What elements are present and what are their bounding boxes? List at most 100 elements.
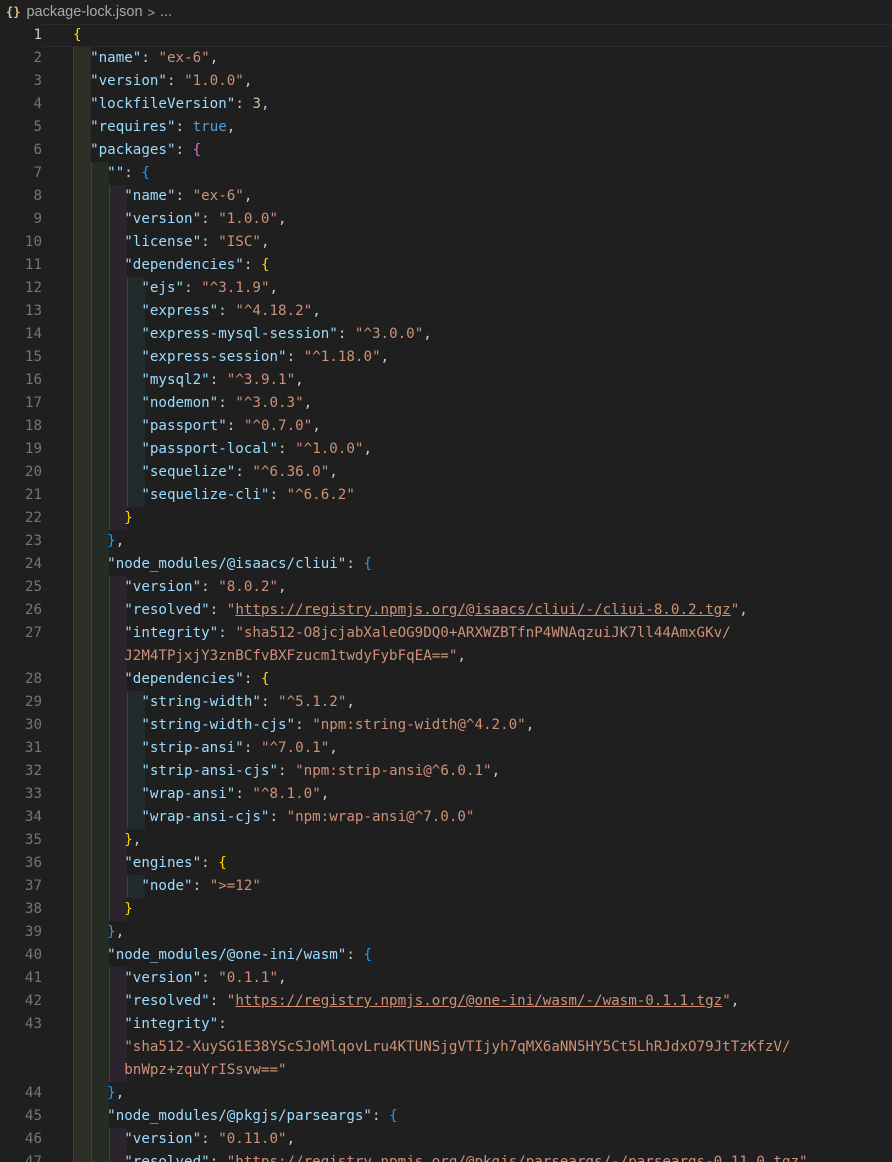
code-token: : [295,717,313,733]
code-line[interactable]: 36 "engines": { [0,852,892,875]
code-content[interactable]: "nodemon": "^3.0.3", [42,392,892,415]
code-line[interactable]: 24 "node_modules/@isaacs/cliui": { [0,553,892,576]
code-content[interactable]: "integrity": "sha512-O8jcjabXaleOG9DQ0+A… [42,622,892,668]
code-content[interactable]: "sequelize-cli": "^6.6.2" [42,484,892,507]
code-content[interactable]: "string-width-cjs": "npm:string-width@^4… [42,714,892,737]
code-editor[interactable]: 1{2 "name": "ex-6", 3 "version": "1.0.0",… [0,24,892,1162]
code-line[interactable]: 31 "strip-ansi": "^7.0.1", [0,737,892,760]
code-line[interactable]: 47 "resolved": "https://registry.npmjs.o… [0,1151,892,1162]
code-content[interactable]: "dependencies": { [42,668,892,691]
code-content[interactable]: "engines": { [42,852,892,875]
code-content[interactable]: "license": "ISC", [42,231,892,254]
code-line[interactable]: 9 "version": "1.0.0", [0,208,892,231]
code-content[interactable]: "string-width": "^5.1.2", [42,691,892,714]
code-line[interactable]: 3 "version": "1.0.0", [0,70,892,93]
code-line[interactable]: 11 "dependencies": { [0,254,892,277]
code-line[interactable]: 8 "name": "ex-6", [0,185,892,208]
code-content[interactable]: "strip-ansi": "^7.0.1", [42,737,892,760]
code-line[interactable]: 2 "name": "ex-6", [0,47,892,70]
code-line[interactable]: 35 }, [0,829,892,852]
code-line[interactable]: 43 "integrity": "sha512-XuySG1E38YScSJoM… [0,1013,892,1082]
code-line[interactable]: 15 "express-session": "^1.18.0", [0,346,892,369]
breadcrumb-file[interactable]: package-lock.json [26,4,142,20]
code-content[interactable]: }, [42,921,892,944]
code-line[interactable]: 32 "strip-ansi-cjs": "npm:strip-ansi@^6.… [0,760,892,783]
code-content[interactable]: }, [42,530,892,553]
code-content[interactable]: } [42,898,892,921]
code-content[interactable]: "version": "0.11.0", [42,1128,892,1151]
code-content[interactable]: "strip-ansi-cjs": "npm:strip-ansi@^6.0.1… [42,760,892,783]
code-content[interactable]: "passport-local": "^1.0.0", [42,438,892,461]
code-line[interactable]: 16 "mysql2": "^3.9.1", [0,369,892,392]
code-content[interactable]: } [42,507,892,530]
code-line[interactable]: 39 }, [0,921,892,944]
code-content[interactable]: "lockfileVersion": 3, [42,93,892,116]
code-content[interactable]: "version": "8.0.2", [42,576,892,599]
code-line[interactable]: 44 }, [0,1082,892,1105]
code-line[interactable]: 6 "packages": { [0,139,892,162]
code-line[interactable]: 7 "": { [0,162,892,185]
code-content[interactable]: "node_modules/@isaacs/cliui": { [42,553,892,576]
code-content[interactable]: "packages": { [42,139,892,162]
code-line[interactable]: 38 } [0,898,892,921]
code-content[interactable]: "mysql2": "^3.9.1", [42,369,892,392]
code-content[interactable]: "ejs": "^3.1.9", [42,277,892,300]
code-content[interactable]: }, [42,829,892,852]
code-line[interactable]: 13 "express": "^4.18.2", [0,300,892,323]
code-content[interactable]: "express-session": "^1.18.0", [42,346,892,369]
code-content[interactable]: "node_modules/@one-ini/wasm": { [42,944,892,967]
code-line[interactable]: 10 "license": "ISC", [0,231,892,254]
code-line[interactable]: 20 "sequelize": "^6.36.0", [0,461,892,484]
code-line[interactable]: 42 "resolved": "https://registry.npmjs.o… [0,990,892,1013]
code-content[interactable]: "version": "1.0.0", [42,208,892,231]
line-number: 17 [24,395,42,411]
code-content[interactable]: "": { [42,162,892,185]
code-line[interactable]: 17 "nodemon": "^3.0.3", [0,392,892,415]
code-line[interactable]: 46 "version": "0.11.0", [0,1128,892,1151]
code-line[interactable]: 34 "wrap-ansi-cjs": "npm:wrap-ansi@^7.0.… [0,806,892,829]
code-line[interactable]: 19 "passport-local": "^1.0.0", [0,438,892,461]
code-content[interactable]: "node": ">=12" [42,875,892,898]
code-content[interactable]: "passport": "^0.7.0", [42,415,892,438]
code-line[interactable]: 26 "resolved": "https://registry.npmjs.o… [0,599,892,622]
code-content[interactable]: "name": "ex-6", [42,185,892,208]
code-line[interactable]: 25 "version": "8.0.2", [0,576,892,599]
code-content[interactable]: "dependencies": { [42,254,892,277]
code-line[interactable]: 4 "lockfileVersion": 3, [0,93,892,116]
code-content[interactable]: "resolved": "https://registry.npmjs.org/… [42,1151,892,1162]
code-line[interactable]: 45 "node_modules/@pkgjs/parseargs": { [0,1105,892,1128]
code-line[interactable]: 40 "node_modules/@one-ini/wasm": { [0,944,892,967]
code-content[interactable]: "wrap-ansi": "^8.1.0", [42,783,892,806]
code-line[interactable]: 14 "express-mysql-session": "^3.0.0", [0,323,892,346]
code-content[interactable]: "version": "1.0.0", [42,70,892,93]
breadcrumb-more[interactable]: ... [160,4,172,20]
code-line[interactable]: 37 "node": ">=12" [0,875,892,898]
code-line[interactable]: 28 "dependencies": { [0,668,892,691]
code-content[interactable]: "version": "0.1.1", [42,967,892,990]
code-line[interactable]: 27 "integrity": "sha512-O8jcjabXaleOG9DQ… [0,622,892,668]
code-line[interactable]: 12 "ejs": "^3.1.9", [0,277,892,300]
code-content[interactable]: "node_modules/@pkgjs/parseargs": { [42,1105,892,1128]
code-content[interactable]: "express": "^4.18.2", [42,300,892,323]
code-line[interactable]: 23 }, [0,530,892,553]
code-content[interactable]: "integrity": "sha512-XuySG1E38YScSJoMlqo… [42,1013,892,1082]
code-content[interactable]: { [42,24,892,47]
code-content[interactable]: "wrap-ansi-cjs": "npm:wrap-ansi@^7.0.0" [42,806,892,829]
code-content[interactable]: }, [42,1082,892,1105]
code-content[interactable]: "sequelize": "^6.36.0", [42,461,892,484]
code-line[interactable]: 21 "sequelize-cli": "^6.6.2" [0,484,892,507]
code-text: "string-width": "^5.1.2", [73,694,355,710]
code-line[interactable]: 18 "passport": "^0.7.0", [0,415,892,438]
code-line[interactable]: 22 } [0,507,892,530]
code-line[interactable]: 33 "wrap-ansi": "^8.1.0", [0,783,892,806]
code-content[interactable]: "resolved": "https://registry.npmjs.org/… [42,990,892,1013]
code-content[interactable]: "name": "ex-6", [42,47,892,70]
code-content[interactable]: "requires": true, [42,116,892,139]
code-content[interactable]: "resolved": "https://registry.npmjs.org/… [42,599,892,622]
code-line[interactable]: 1{ [0,24,892,47]
code-content[interactable]: "express-mysql-session": "^3.0.0", [42,323,892,346]
code-line[interactable]: 41 "version": "0.1.1", [0,967,892,990]
code-line[interactable]: 30 "string-width-cjs": "npm:string-width… [0,714,892,737]
code-line[interactable]: 5 "requires": true, [0,116,892,139]
code-line[interactable]: 29 "string-width": "^5.1.2", [0,691,892,714]
